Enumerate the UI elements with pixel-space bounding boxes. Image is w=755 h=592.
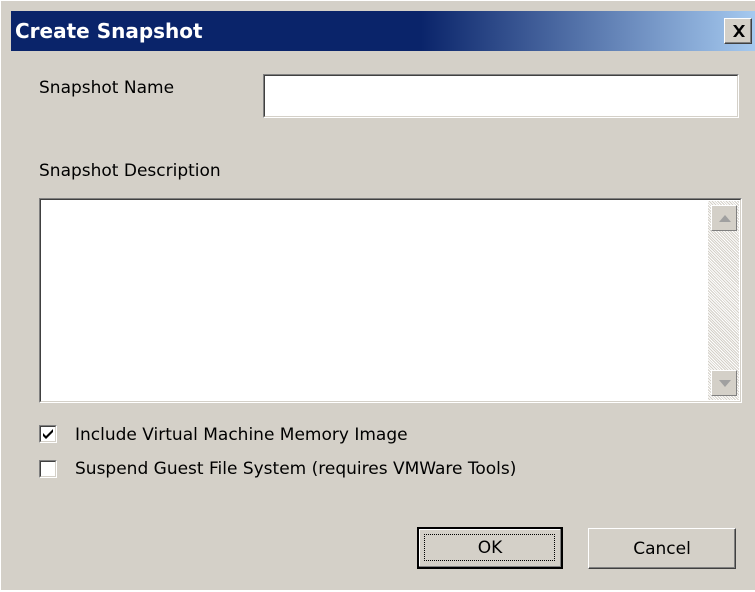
snapshot-name-label: Snapshot Name xyxy=(39,78,175,98)
scroll-down-button[interactable] xyxy=(711,370,737,396)
title-bar[interactable]: Create Snapshot xyxy=(11,11,755,51)
create-snapshot-dialog: Create Snapshot Snapshot Name Snapshot D… xyxy=(0,0,755,590)
cancel-button[interactable]: Cancel xyxy=(588,528,736,569)
snapshot-description-label: Snapshot Description xyxy=(39,161,221,181)
include-memory-checkbox[interactable] xyxy=(39,425,57,443)
arrow-down-icon xyxy=(719,380,731,387)
ok-button[interactable]: OK xyxy=(417,527,563,569)
arrow-up-icon xyxy=(719,215,731,222)
vertical-scrollbar[interactable] xyxy=(708,201,739,400)
close-button[interactable] xyxy=(724,18,752,44)
close-x-icon xyxy=(733,25,745,37)
dialog-title: Create Snapshot xyxy=(15,19,203,43)
snapshot-description-textarea[interactable] xyxy=(39,198,742,403)
checkmark-icon xyxy=(43,429,53,439)
scroll-up-button[interactable] xyxy=(711,205,737,231)
snapshot-name-input[interactable] xyxy=(263,74,739,118)
ok-button-label: OK xyxy=(477,538,503,558)
cancel-button-label: Cancel xyxy=(633,539,691,559)
include-memory-label[interactable]: Include Virtual Machine Memory Image xyxy=(75,425,408,445)
suspend-filesystem-checkbox[interactable] xyxy=(39,460,57,478)
suspend-filesystem-label[interactable]: Suspend Guest File System (requires VMWa… xyxy=(75,459,516,479)
